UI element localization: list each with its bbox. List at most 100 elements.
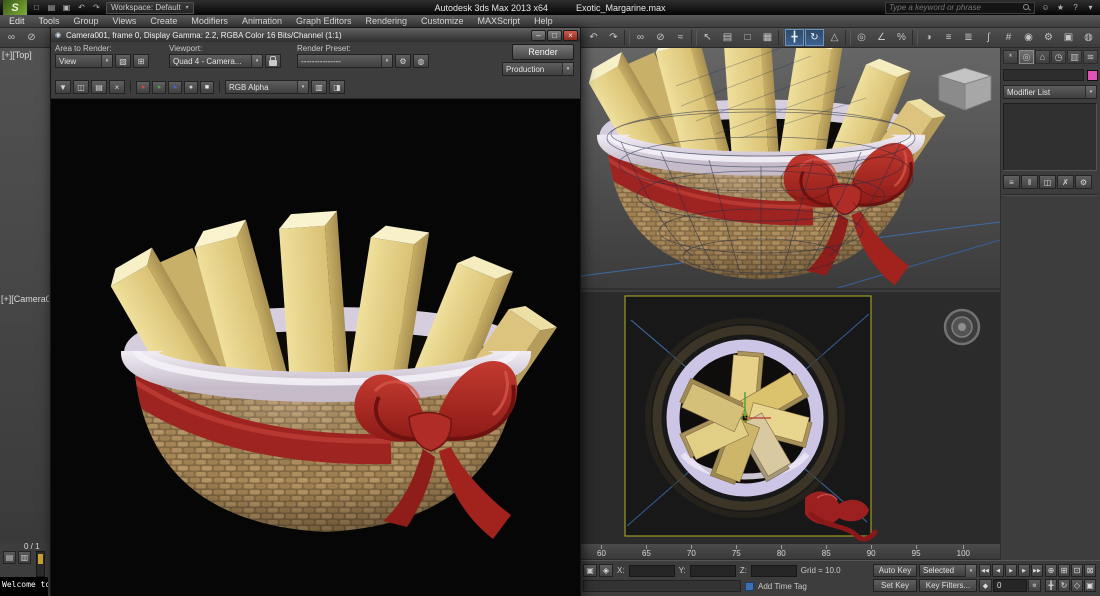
schematic-view-icon[interactable]: # xyxy=(999,29,1018,46)
alpha-channel-icon[interactable]: ■ xyxy=(200,81,214,94)
chevron-down-icon[interactable]: ▾ xyxy=(297,81,308,93)
pin-stack-icon[interactable]: ≡ xyxy=(1003,175,1020,189)
previous-frame-icon[interactable]: ◀ xyxy=(992,564,1004,577)
material-editor-icon[interactable]: ◉ xyxy=(1019,29,1038,46)
viewport-perspective[interactable]: d Faces] xyxy=(581,26,1000,290)
toolbar-separator[interactable] xyxy=(778,30,784,45)
viewport-top-view[interactable] xyxy=(581,292,1000,543)
time-configuration-icon[interactable]: ⚙ xyxy=(1028,579,1041,592)
search-box[interactable] xyxy=(885,2,1035,14)
key-mode-toggle-icon[interactable]: ◆ xyxy=(979,579,992,592)
modifier-stack[interactable] xyxy=(1003,103,1097,171)
clone-window-icon[interactable]: ◫ xyxy=(73,80,89,94)
redo-icon[interactable]: ↷ xyxy=(604,29,623,46)
object-color-swatch[interactable] xyxy=(1087,70,1098,81)
menu-item[interactable]: Views xyxy=(106,16,144,26)
auto-region-icon[interactable]: ⊞ xyxy=(133,54,149,68)
curve-editor-icon[interactable]: ∫ xyxy=(979,29,998,46)
render-setup-icon[interactable]: ⚙ xyxy=(395,54,411,68)
x-coordinate-field[interactable] xyxy=(629,565,675,577)
chevron-down-icon[interactable]: ▾ xyxy=(562,63,573,75)
select-object-icon[interactable]: ↖ xyxy=(698,29,717,46)
red-channel-icon[interactable]: ● xyxy=(136,81,150,94)
timeline-tick[interactable]: 65 xyxy=(642,545,651,558)
select-and-link-icon[interactable]: ∞ xyxy=(631,29,650,46)
select-by-name-icon[interactable]: ▤ xyxy=(718,29,737,46)
minimize-button[interactable]: – xyxy=(531,30,546,41)
key-filters-button[interactable]: Key Filters... xyxy=(919,579,977,592)
undo-icon[interactable]: ↶ xyxy=(75,2,88,14)
tab-hierarchy[interactable]: ⌂ xyxy=(1035,50,1050,64)
edit-region-icon[interactable]: ▧ xyxy=(115,54,131,68)
timeline-tick[interactable]: 80 xyxy=(777,545,786,558)
modifier-list-dropdown[interactable]: Modifier List ▾ xyxy=(1003,85,1097,99)
chevron-down-icon[interactable]: ▾ xyxy=(381,55,392,67)
viewport-label-camera[interactable]: [+][Camera00 xyxy=(1,294,49,304)
maximize-button[interactable]: □ xyxy=(547,30,562,41)
render-production-icon[interactable]: ◍ xyxy=(1079,29,1098,46)
snaps-toggle-icon[interactable]: ◎ xyxy=(852,29,871,46)
search-input[interactable] xyxy=(889,3,1019,12)
area-to-render-select[interactable]: View ▾ xyxy=(55,54,113,68)
rendered-frame-icon[interactable]: ▣ xyxy=(1059,29,1078,46)
bind-to-space-warp-icon[interactable]: ≈ xyxy=(671,29,690,46)
green-channel-icon[interactable]: ● xyxy=(152,81,166,94)
blue-channel-icon[interactable]: ● xyxy=(168,81,182,94)
zoom-all-icon[interactable]: ⊞ xyxy=(1058,564,1070,577)
tab-create[interactable]: * xyxy=(1003,50,1018,64)
timeline-tick[interactable]: 95 xyxy=(912,545,921,558)
layer-manager-icon[interactable]: ≣ xyxy=(959,29,978,46)
toolbar-separator[interactable] xyxy=(691,30,697,45)
chevron-down-icon[interactable]: ▾ xyxy=(965,565,976,577)
object-name-field[interactable] xyxy=(1003,69,1084,81)
align-icon[interactable]: ≡ xyxy=(939,29,958,46)
open-file-icon[interactable]: ▤ xyxy=(45,2,58,14)
viewport-select[interactable]: Quad 4 - Camera... ▾ xyxy=(169,54,263,68)
rectangular-region-icon[interactable]: □ xyxy=(738,29,757,46)
toolbar-separator[interactable] xyxy=(624,30,630,45)
render-setup-icon[interactable]: ⚙ xyxy=(1039,29,1058,46)
timeline-tick[interactable]: 90 xyxy=(867,545,876,558)
search-icon[interactable] xyxy=(1022,3,1031,12)
viewport-label-top[interactable]: [+][Top] xyxy=(2,50,49,60)
mini-slider[interactable] xyxy=(36,551,45,577)
menu-item[interactable]: Graph Editors xyxy=(289,16,359,26)
configure-modifier-icon[interactable]: ⚙ xyxy=(1075,175,1092,189)
play-animation-icon[interactable]: ▶ xyxy=(1005,564,1017,577)
select-rotate-icon[interactable]: ↻ xyxy=(805,29,824,46)
titlebar-menu-arrow-icon[interactable]: ▾ xyxy=(1084,2,1097,14)
mirror-icon[interactable]: ◑ xyxy=(919,29,938,46)
select-move-icon[interactable]: ╋ xyxy=(785,29,804,46)
color-correction-icon[interactable]: ▥ xyxy=(311,80,327,94)
render-mode-select[interactable]: Production ▾ xyxy=(502,62,574,76)
timeline-tick[interactable]: 85 xyxy=(822,545,831,558)
set-key-button[interactable]: Set Key xyxy=(873,579,917,592)
auto-key-button[interactable]: Auto Key xyxy=(873,564,917,577)
chevron-down-icon[interactable]: ▾ xyxy=(101,55,112,67)
print-image-icon[interactable]: ▤ xyxy=(91,80,107,94)
toolbar-separator[interactable] xyxy=(912,30,918,45)
select-and-link-icon[interactable]: ∞ xyxy=(2,29,21,46)
show-end-result-icon[interactable]: ‖ xyxy=(1021,175,1038,189)
clear-image-icon[interactable]: × xyxy=(109,80,125,94)
redo-icon[interactable]: ↷ xyxy=(90,2,103,14)
percent-snap-icon[interactable]: % xyxy=(892,29,911,46)
menu-item[interactable]: Customize xyxy=(414,16,471,26)
menu-item[interactable]: MAXScript xyxy=(471,16,528,26)
menu-item[interactable]: Help xyxy=(527,16,560,26)
add-time-tag-label[interactable]: Add Time Tag xyxy=(758,582,807,591)
timeline-tick[interactable]: 100 xyxy=(957,545,970,558)
maximize-viewport-icon[interactable]: ▣ xyxy=(1084,579,1096,592)
next-frame-icon[interactable]: ▶ xyxy=(1018,564,1030,577)
window-options-icon[interactable]: ◨ xyxy=(329,80,345,94)
remove-modifier-icon[interactable]: ✗ xyxy=(1057,175,1074,189)
pan-icon[interactable]: ╋ xyxy=(1045,579,1057,592)
help-icon[interactable]: ? xyxy=(1069,2,1082,14)
field-of-view-icon[interactable]: ◇ xyxy=(1071,579,1083,592)
absolute-mode-icon[interactable]: ◈ xyxy=(599,564,613,577)
make-unique-icon[interactable]: ◫ xyxy=(1039,175,1056,189)
tab-utilities[interactable]: ≋ xyxy=(1083,50,1098,64)
timeline-ruler[interactable]: 6065707580859095100 xyxy=(581,543,1000,560)
workspace-dropdown[interactable]: Workspace: Default ▾ xyxy=(106,2,194,14)
undo-icon[interactable]: ↶ xyxy=(584,29,603,46)
